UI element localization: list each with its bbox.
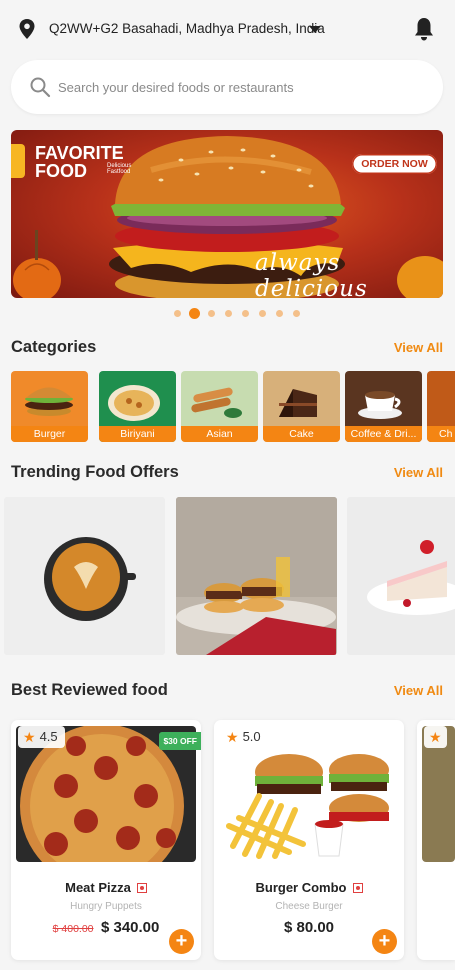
star-icon: ★: [23, 729, 36, 745]
category-burger[interactable]: Burger: [11, 371, 88, 442]
trending-offer-coffee[interactable]: [4, 497, 165, 655]
rating-badge: ★ 4.5: [18, 726, 65, 748]
discount-badge: $30 OFF: [159, 732, 201, 750]
slider-burgers-image: [176, 497, 337, 655]
carousel-dot[interactable]: [242, 310, 249, 317]
biriyani-image: [108, 385, 160, 421]
brand-tag-icon: [11, 144, 25, 178]
asian-food-image: [191, 387, 242, 418]
categories-view-all-link[interactable]: View All: [394, 340, 443, 355]
non-veg-icon: [352, 883, 363, 893]
category-label: Asian: [181, 426, 258, 442]
old-price: $ 400.00: [52, 923, 94, 935]
carousel-dot[interactable]: [276, 310, 283, 317]
category-label: Coffee & Dri...: [345, 426, 422, 442]
add-to-cart-button[interactable]: +: [372, 929, 397, 954]
restaurant-name: Hungry Puppets: [70, 901, 142, 912]
coffee-cup-image: [358, 391, 402, 419]
cake-slice-image: [367, 540, 455, 615]
banner-brand: FAVORITE FOOD: [35, 143, 124, 181]
star-icon: ★: [429, 729, 442, 745]
carousel-dot[interactable]: [293, 310, 300, 317]
trending-view-all-link[interactable]: View All: [394, 465, 443, 480]
carousel-dot[interactable]: [189, 308, 200, 319]
food-card-meat-pizza[interactable]: ★ 4.5 $30 OFF Meat Pizza Hungry Puppets …: [11, 720, 201, 960]
carousel-dot[interactable]: [208, 310, 215, 317]
food-card-partial[interactable]: ★: [417, 720, 455, 960]
categories-title: Categories: [11, 338, 97, 356]
chevron-down-icon[interactable]: [309, 26, 321, 33]
rating-value: 4.5: [39, 729, 58, 744]
trending-title: Trending Food Offers: [11, 463, 179, 481]
location-address[interactable]: Q2WW+G2 Basahadi, Madhya Pradesh, India: [49, 21, 325, 36]
coffee-latte-image: [44, 537, 136, 621]
category-asian[interactable]: Asian: [181, 371, 258, 442]
price: $ 80.00: [283, 919, 335, 936]
cake-image: [279, 389, 317, 417]
category-label: Burger: [11, 426, 88, 442]
add-to-cart-button[interactable]: +: [169, 929, 194, 954]
rating-badge: ★: [424, 726, 447, 748]
banner-brand-line1: FAVORITE: [35, 143, 124, 163]
carousel-dot[interactable]: [259, 310, 266, 317]
food-name: Burger Combo: [214, 880, 404, 895]
restaurant-name: Cheese Burger: [275, 901, 343, 912]
category-label: Ch: [427, 426, 455, 442]
trending-offer-cake[interactable]: [347, 497, 455, 655]
bell-icon[interactable]: [413, 16, 435, 42]
burger-image: [25, 387, 73, 416]
best-reviewed-view-all-link[interactable]: View All: [394, 683, 443, 698]
order-now-button[interactable]: ORDER NOW: [352, 154, 437, 174]
category-coffee-drinks[interactable]: Coffee & Dri...: [345, 371, 422, 442]
banner-brand-line2: FOOD: [35, 161, 87, 181]
top-bar: Q2WW+G2 Basahadi, Madhya Pradesh, India: [0, 0, 455, 58]
promo-banner[interactable]: FAVORITE FOOD Delicious Fastfood ORDER N…: [11, 130, 443, 298]
search-icon: [30, 77, 51, 98]
food-name-text: Burger Combo: [255, 880, 347, 895]
category-biriyani[interactable]: Biriyani: [99, 371, 176, 442]
carousel-dot[interactable]: [225, 310, 232, 317]
category-label: Biriyani: [99, 426, 176, 442]
trending-offer-sliders[interactable]: [176, 497, 337, 655]
search-input[interactable]: [58, 72, 418, 102]
banner-brand-sub: Delicious Fastfood: [107, 163, 132, 175]
best-reviewed-title: Best Reviewed food: [11, 681, 168, 699]
category-partial[interactable]: Ch: [427, 371, 455, 442]
category-label: Cake: [263, 426, 340, 442]
carousel-indicator: [0, 307, 455, 319]
food-name-text: Meat Pizza: [65, 880, 131, 895]
location-pin-icon[interactable]: [18, 18, 36, 40]
food-name: Meat Pizza: [11, 880, 201, 895]
price: $ 340.00: [100, 919, 160, 936]
food-card-burger-combo[interactable]: ★ 5.0 Burger Combo Cheese Burger $ 80.00…: [214, 720, 404, 960]
non-veg-icon: [136, 883, 147, 893]
search-bar[interactable]: [11, 60, 443, 114]
rating-value: 5.0: [242, 729, 261, 744]
star-icon: ★: [226, 729, 239, 745]
category-cake[interactable]: Cake: [263, 371, 340, 442]
banner-tagline: always delicious: [255, 250, 368, 298]
rating-badge: ★ 5.0: [221, 726, 268, 748]
carousel-dot[interactable]: [174, 310, 181, 317]
